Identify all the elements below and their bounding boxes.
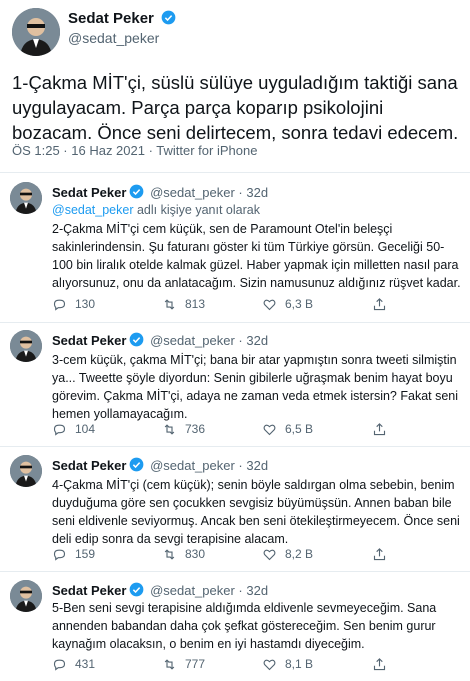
replying-to: @sedat_peker adlı kişiye yanıt olarak [52,203,260,217]
reply-tweet[interactable]: Sedat Peker @sedat_peker · 32d 5-Ben sen… [0,580,470,680]
like-count: 8,2 B [285,547,314,561]
verified-badge-icon [130,332,144,347]
retweet-icon [164,548,175,560]
reply-button[interactable]: 159 [52,545,95,563]
retweet-button[interactable]: 777 [162,655,205,673]
author-name[interactable]: Sedat Peker [52,333,126,348]
author-handle[interactable]: @sedat_peker · 32d [150,185,268,200]
author-name[interactable]: Sedat Peker [52,185,126,200]
reply-icon [53,549,66,561]
reply-icon [53,424,66,436]
retweet-icon [164,658,175,670]
reply-count: 130 [75,297,96,311]
tweet-text: 4-Çakma MİT'çi (cem küçük); senin böyle … [52,478,460,546]
retweet-button[interactable]: 736 [162,420,205,438]
reply-button[interactable]: 104 [52,420,95,438]
verified-badge-icon [130,457,144,472]
retweet-button[interactable]: 830 [162,545,205,563]
like-icon [263,659,276,670]
tweet-text: 2-Çakma MİT'çi cem küçük, sen de Paramou… [52,222,461,290]
like-count: 6,3 B [285,297,314,311]
like-count: 6,5 B [285,422,314,436]
author-handle[interactable]: @sedat_peker · 32d [150,583,268,598]
main-tweet: Sedat Peker @sedat_peker 1-Çakma MİT'çi,… [0,0,470,183]
reply-tweet[interactable]: Sedat Peker @sedat_peker · 32d @sedat_pe… [0,182,470,322]
reply-count: 159 [75,547,96,561]
tweet-text: 3-cem küçük, çakma MİT'çi; bana bir atar… [52,353,459,421]
avatar[interactable] [10,330,42,362]
author-handle[interactable]: @sedat_peker · 32d [150,333,268,348]
share-icon [373,297,386,310]
share-button[interactable] [372,545,395,563]
verified-badge-icon [130,184,144,199]
verified-badge-icon [161,10,176,25]
replying-to-suffix: adlı kişiye yanıt olarak [133,203,260,217]
author-name[interactable]: Sedat Peker [68,10,176,27]
share-icon [373,422,386,435]
reply-header: Sedat Peker @sedat_peker · 32d [52,582,268,598]
share-icon [373,547,386,560]
divider [0,322,470,323]
like-button[interactable]: 8,1 B [262,655,313,673]
avatar[interactable] [12,8,60,56]
author-handle[interactable]: @sedat_peker · 32d [150,458,268,473]
reply-count: 431 [75,657,96,671]
author-name-text: Sedat Peker [68,10,154,27]
retweet-icon [164,423,175,435]
author-name[interactable]: Sedat Peker [52,583,126,598]
divider [0,446,470,447]
action-bar: 104 736 6,5 B [52,420,452,438]
reply-header: Sedat Peker @sedat_peker · 32d [52,457,268,473]
share-button[interactable] [372,420,395,438]
reply-button[interactable]: 431 [52,655,95,673]
action-bar: 431 777 8,1 B [52,655,452,673]
like-icon [263,549,276,560]
action-bar: 159 830 8,2 B [52,545,452,563]
like-button[interactable]: 8,2 B [262,545,313,563]
like-button[interactable]: 6,3 B [262,295,313,313]
avatar[interactable] [10,182,42,214]
verified-badge-icon [130,582,144,597]
share-icon [373,657,386,670]
divider [0,172,470,173]
divider [0,571,470,572]
avatar[interactable] [10,580,42,612]
author-name[interactable]: Sedat Peker [52,458,126,473]
retweet-count: 830 [185,547,206,561]
tweet-timestamp[interactable]: ÖS 1:25 · 16 Haz 2021 · Twitter for iPho… [12,143,257,158]
avatar[interactable] [10,455,42,487]
retweet-count: 736 [185,422,206,436]
like-icon [263,299,276,310]
reply-icon [53,299,66,311]
reply-tweet[interactable]: Sedat Peker @sedat_peker · 32d 3-cem küç… [0,330,470,448]
retweet-button[interactable]: 813 [162,295,205,313]
reply-header: Sedat Peker @sedat_peker · 32d [52,184,268,200]
reply-count: 104 [75,422,96,436]
reply-icon [53,659,66,671]
action-bar: 130 813 6,3 B [52,295,452,313]
share-button[interactable] [372,655,395,673]
retweet-icon [164,298,175,310]
tweet-text: 5-Ben seni sevgi terapisine aldığımda el… [52,601,437,651]
share-button[interactable] [372,295,395,313]
like-icon [263,424,276,435]
like-button[interactable]: 6,5 B [262,420,313,438]
reply-tweet[interactable]: Sedat Peker @sedat_peker · 32d 4-Çakma M… [0,455,470,573]
retweet-count: 777 [185,657,206,671]
reply-header: Sedat Peker @sedat_peker · 32d [52,332,268,348]
reply-button[interactable]: 130 [52,295,95,313]
replying-to-link[interactable]: @sedat_peker [52,203,134,217]
like-count: 8,1 B [285,657,314,671]
tweet-text: 1-Çakma MİT'çi, süslü sülüye uyguladığım… [12,72,459,143]
retweet-count: 813 [185,297,206,311]
author-handle[interactable]: @sedat_peker [68,30,159,46]
